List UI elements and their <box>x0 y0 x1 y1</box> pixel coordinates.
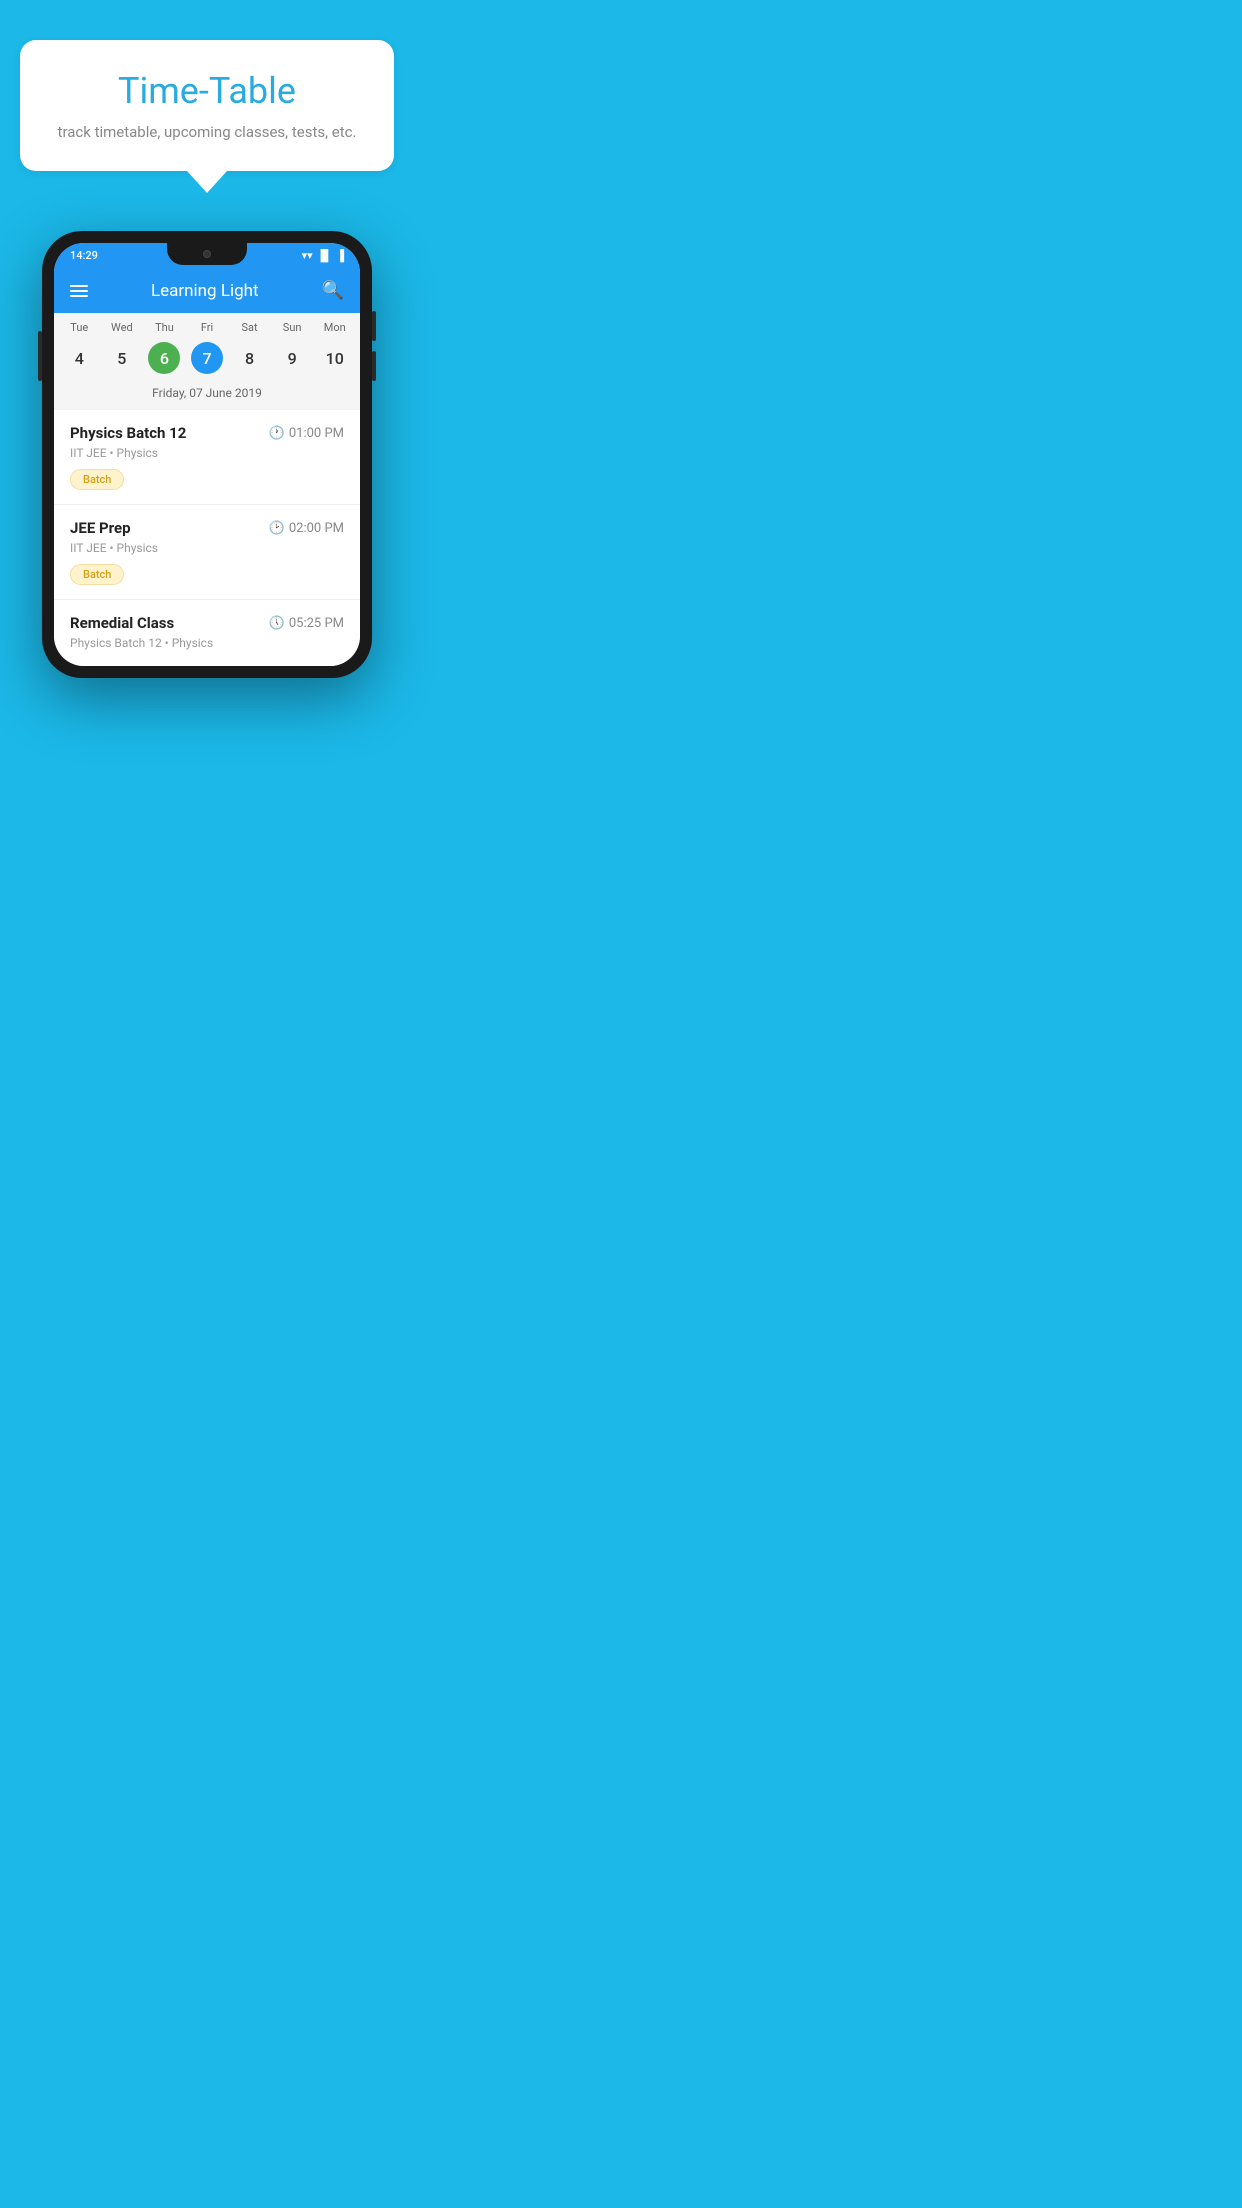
app-bar: Learning Light 🔍 <box>54 268 360 313</box>
date-8[interactable]: 8 <box>228 342 271 374</box>
search-button[interactable]: 🔍 <box>322 280 344 301</box>
phone-screen: 14:29 ▾▾ ▐▌ ▐ Learning Light 🔍 <box>54 243 360 666</box>
day-tue: Tue <box>58 321 101 334</box>
volume-down-button[interactable] <box>372 351 376 381</box>
day-headers: Tue Wed Thu Fri Sat Sun Mon <box>54 313 360 338</box>
status-icons: ▾▾ ▐▌ ▐ <box>302 249 344 262</box>
calendar-section: Tue Wed Thu Fri Sat Sun Mon 4 5 <box>54 313 360 410</box>
wifi-icon: ▾▾ <box>302 249 313 262</box>
power-button[interactable] <box>38 331 42 381</box>
date-5[interactable]: 5 <box>101 342 144 374</box>
front-camera <box>203 250 211 258</box>
item-1-subtitle: IIT JEE • Physics <box>70 446 344 460</box>
item-1-header: Physics Batch 12 🕐 01:00 PM <box>70 424 344 442</box>
day-numbers: 4 5 6 7 8 9 <box>54 338 360 382</box>
day-fri: Fri <box>186 321 229 334</box>
clock-icon-2: 🕑 <box>269 521 285 536</box>
date-7-selected[interactable]: 7 <box>191 342 223 374</box>
speech-bubble: Time-Table track timetable, upcoming cla… <box>20 40 394 171</box>
item-3-title: Remedial Class <box>70 614 174 632</box>
schedule-item-1[interactable]: Physics Batch 12 🕐 01:00 PM IIT JEE • Ph… <box>54 410 360 505</box>
volume-up-button[interactable] <box>372 311 376 341</box>
day-thu: Thu <box>143 321 186 334</box>
item-2-badge: Batch <box>70 564 124 585</box>
selected-date-label: Friday, 07 June 2019 <box>54 382 360 410</box>
phone-frame: 14:29 ▾▾ ▐▌ ▐ Learning Light 🔍 <box>42 231 372 678</box>
date-4[interactable]: 4 <box>58 342 101 374</box>
schedule-item-3[interactable]: Remedial Class 🕔 05:25 PM Physics Batch … <box>54 600 360 666</box>
battery-icon: ▐ <box>336 249 344 262</box>
date-9[interactable]: 9 <box>271 342 314 374</box>
menu-button[interactable] <box>70 285 88 297</box>
clock-icon-3: 🕔 <box>269 616 285 631</box>
date-10[interactable]: 10 <box>313 342 356 374</box>
item-3-time: 🕔 05:25 PM <box>269 616 344 631</box>
schedule-item-2[interactable]: JEE Prep 🕑 02:00 PM IIT JEE • Physics Ba… <box>54 505 360 600</box>
day-sat: Sat <box>228 321 271 334</box>
speech-bubble-title: Time-Table <box>48 70 366 112</box>
day-wed: Wed <box>101 321 144 334</box>
signal-icon: ▐▌ <box>317 249 333 262</box>
item-1-time: 🕐 01:00 PM <box>269 426 344 441</box>
item-1-title: Physics Batch 12 <box>70 424 186 442</box>
clock-icon-1: 🕐 <box>269 426 285 441</box>
item-3-subtitle: Physics Batch 12 • Physics <box>70 636 344 650</box>
speech-bubble-subtitle: track timetable, upcoming classes, tests… <box>48 122 366 143</box>
schedule-list: Physics Batch 12 🕐 01:00 PM IIT JEE • Ph… <box>54 410 360 666</box>
app-title: Learning Light <box>88 281 322 301</box>
item-2-time: 🕑 02:00 PM <box>269 521 344 536</box>
date-6-today[interactable]: 6 <box>148 342 180 374</box>
item-3-header: Remedial Class 🕔 05:25 PM <box>70 614 344 632</box>
day-sun: Sun <box>271 321 314 334</box>
day-mon: Mon <box>313 321 356 334</box>
status-time: 14:29 <box>70 249 98 262</box>
item-1-badge: Batch <box>70 469 124 490</box>
phone-mockup: 14:29 ▾▾ ▐▌ ▐ Learning Light 🔍 <box>42 231 372 678</box>
item-2-subtitle: IIT JEE • Physics <box>70 541 344 555</box>
notch <box>167 243 247 265</box>
item-2-header: JEE Prep 🕑 02:00 PM <box>70 519 344 537</box>
item-2-title: JEE Prep <box>70 519 131 537</box>
